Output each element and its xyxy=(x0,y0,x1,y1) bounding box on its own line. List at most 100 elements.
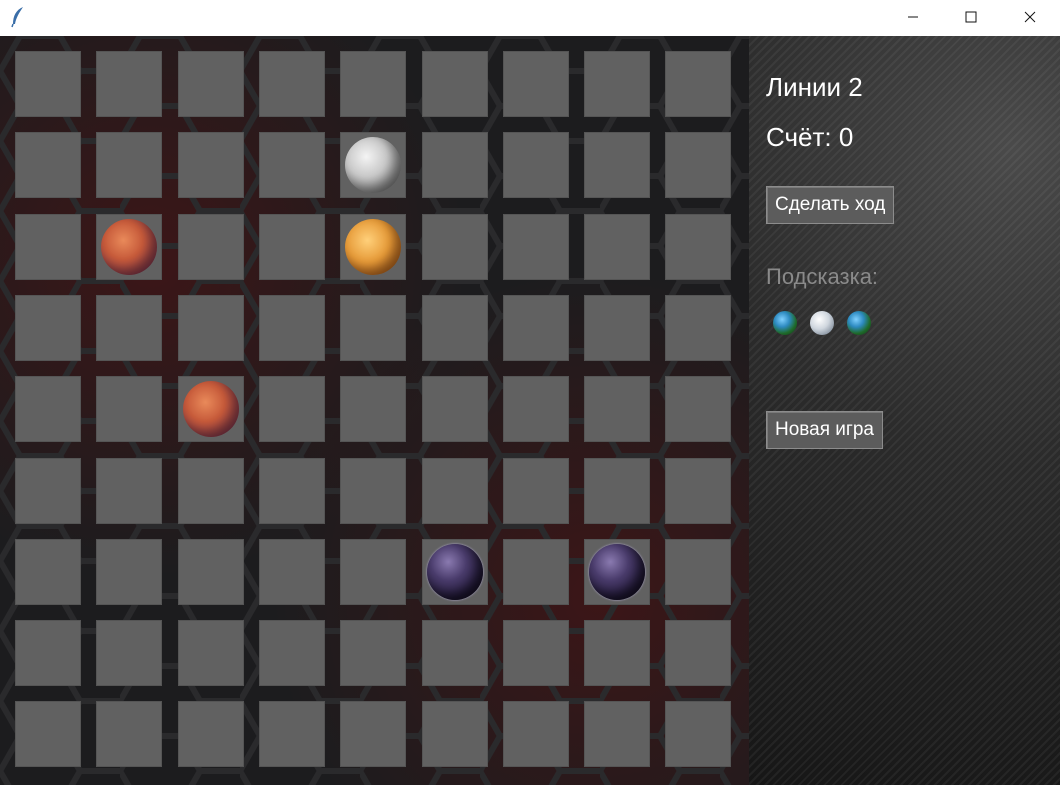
board-cell[interactable] xyxy=(665,376,731,442)
board-cell[interactable] xyxy=(340,295,406,361)
board-cell[interactable] xyxy=(584,132,650,198)
board-cell[interactable] xyxy=(259,376,325,442)
board-cell[interactable] xyxy=(584,458,650,524)
board-cell[interactable] xyxy=(178,51,244,117)
board-cell[interactable] xyxy=(665,51,731,117)
board-cell[interactable] xyxy=(15,539,81,605)
board-cell[interactable] xyxy=(15,214,81,280)
mars-planet-ball[interactable] xyxy=(183,381,239,437)
maximize-button[interactable] xyxy=(948,0,994,34)
board-cell[interactable] xyxy=(665,539,731,605)
board-cell[interactable] xyxy=(665,620,731,686)
board-cell[interactable] xyxy=(503,214,569,280)
board-cell[interactable] xyxy=(340,214,406,280)
board-cell[interactable] xyxy=(584,620,650,686)
board-cell[interactable] xyxy=(422,620,488,686)
board-cell[interactable] xyxy=(503,458,569,524)
board-cell[interactable] xyxy=(178,376,244,442)
board-cell[interactable] xyxy=(503,51,569,117)
board-cell[interactable] xyxy=(259,458,325,524)
board-cell[interactable] xyxy=(178,620,244,686)
board-cell[interactable] xyxy=(15,701,81,767)
feather-icon xyxy=(10,6,26,28)
board-cell[interactable] xyxy=(665,701,731,767)
board-cell[interactable] xyxy=(259,539,325,605)
board-cell[interactable] xyxy=(422,458,488,524)
hint-label: Подсказка: xyxy=(766,264,879,289)
hint-moon-icon xyxy=(810,311,834,335)
board-cell[interactable] xyxy=(665,295,731,361)
board-cell[interactable] xyxy=(259,701,325,767)
board-cell[interactable] xyxy=(178,701,244,767)
board-cell[interactable] xyxy=(422,701,488,767)
board-cell[interactable] xyxy=(15,132,81,198)
board-cell[interactable] xyxy=(259,132,325,198)
minimize-button[interactable] xyxy=(890,0,936,34)
board-cell[interactable] xyxy=(584,376,650,442)
board-cell[interactable] xyxy=(584,539,650,605)
board-cell[interactable] xyxy=(259,214,325,280)
board-cell[interactable] xyxy=(15,295,81,361)
board-cell[interactable] xyxy=(259,51,325,117)
side-panel: Линии 2 Счёт: 0 Сделать ход Подсказка: Н… xyxy=(749,36,1060,785)
board-cell[interactable] xyxy=(503,620,569,686)
board-cell[interactable] xyxy=(96,51,162,117)
board-cell[interactable] xyxy=(96,132,162,198)
board-cell[interactable] xyxy=(665,458,731,524)
dark-planet-ball[interactable] xyxy=(427,544,483,600)
board-cell[interactable] xyxy=(178,539,244,605)
board-cell[interactable] xyxy=(340,620,406,686)
board-cell[interactable] xyxy=(422,295,488,361)
board-cell[interactable] xyxy=(15,620,81,686)
board-cell[interactable] xyxy=(422,132,488,198)
board-cell[interactable] xyxy=(178,295,244,361)
board-cell[interactable] xyxy=(340,376,406,442)
venus-planet-ball[interactable] xyxy=(345,219,401,275)
board-cell[interactable] xyxy=(96,539,162,605)
board-cell[interactable] xyxy=(584,701,650,767)
board-cell[interactable] xyxy=(96,701,162,767)
game-board xyxy=(0,36,749,785)
board-cell[interactable] xyxy=(584,214,650,280)
board-cell[interactable] xyxy=(422,376,488,442)
board-cell[interactable] xyxy=(259,295,325,361)
close-button[interactable] xyxy=(1007,0,1053,34)
board-cell[interactable] xyxy=(15,51,81,117)
board-cell[interactable] xyxy=(665,132,731,198)
board-cell[interactable] xyxy=(96,458,162,524)
board-cell[interactable] xyxy=(422,539,488,605)
board-cell[interactable] xyxy=(178,458,244,524)
new-game-button[interactable]: Новая игра xyxy=(766,411,883,449)
board-cell[interactable] xyxy=(178,132,244,198)
game-title: Линии 2 xyxy=(766,72,863,102)
board-cell[interactable] xyxy=(503,132,569,198)
board-cell[interactable] xyxy=(96,214,162,280)
board-cell[interactable] xyxy=(503,295,569,361)
make-move-button[interactable]: Сделать ход xyxy=(766,186,895,224)
board-cell[interactable] xyxy=(340,51,406,117)
board-cell[interactable] xyxy=(340,458,406,524)
board-cell[interactable] xyxy=(340,701,406,767)
board-cell[interactable] xyxy=(96,295,162,361)
board-cell[interactable] xyxy=(503,701,569,767)
board-cell[interactable] xyxy=(340,539,406,605)
board-cell[interactable] xyxy=(178,214,244,280)
board-cell[interactable] xyxy=(15,458,81,524)
board-cell[interactable] xyxy=(96,376,162,442)
board-cell[interactable] xyxy=(665,214,731,280)
board-cell[interactable] xyxy=(340,132,406,198)
moon-planet-ball[interactable] xyxy=(345,137,401,193)
board-cell[interactable] xyxy=(584,51,650,117)
board-cell[interactable] xyxy=(96,620,162,686)
board-cell[interactable] xyxy=(503,539,569,605)
board-cell[interactable] xyxy=(259,620,325,686)
mars-planet-ball[interactable] xyxy=(101,219,157,275)
board-cell[interactable] xyxy=(422,51,488,117)
dark-planet-ball[interactable] xyxy=(589,544,645,600)
board-cell[interactable] xyxy=(503,376,569,442)
board-cell[interactable] xyxy=(15,376,81,442)
board-cell[interactable] xyxy=(422,214,488,280)
maximize-icon xyxy=(965,11,977,23)
score-label: Счёт: 0 xyxy=(766,122,854,152)
board-cell[interactable] xyxy=(584,295,650,361)
